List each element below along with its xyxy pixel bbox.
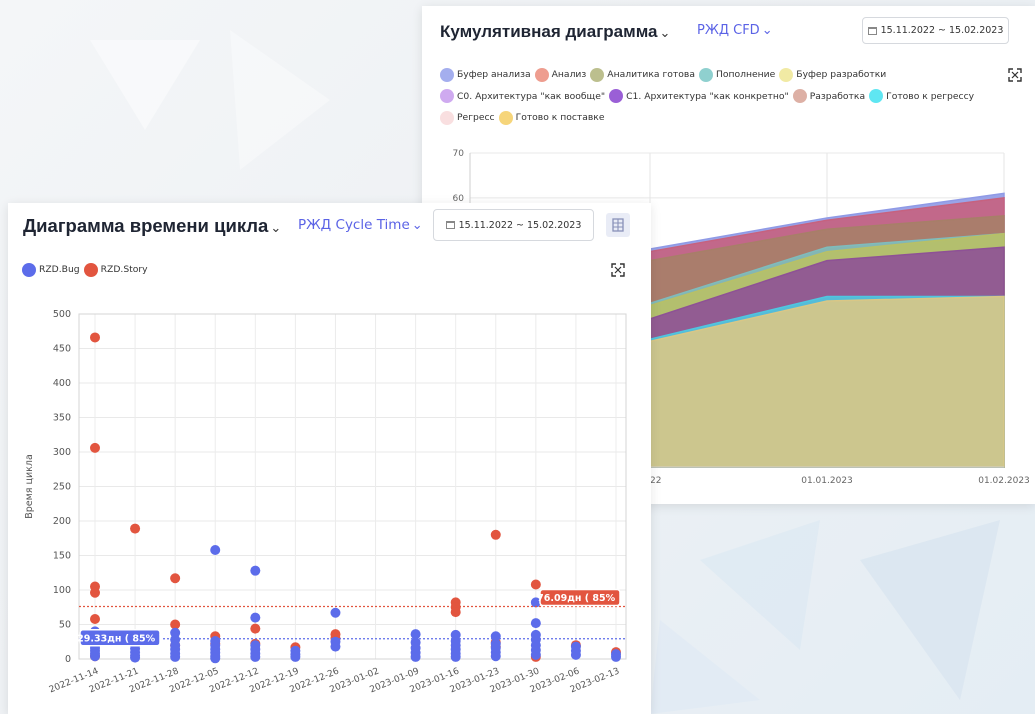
y-tick-label: 0: [65, 654, 71, 665]
bug-point: [570, 649, 581, 660]
y-tick-label: 70: [453, 149, 465, 159]
bug-point: [250, 651, 261, 662]
bug-point: [210, 653, 221, 664]
story-point: [530, 579, 541, 590]
x-tick-label: 01.01.2023: [801, 476, 853, 486]
cycle-time-card: Диаграмма времени цикла ⌄ РЖД Cycle Time ⌄…: [8, 203, 651, 714]
story-point: [130, 523, 141, 534]
story-point: [90, 587, 100, 598]
story-point: [90, 442, 100, 453]
y-tick-label: 450: [53, 344, 71, 355]
bug-point: [490, 651, 501, 662]
y-tick-label: 100: [53, 585, 71, 596]
cycle-time-chart: 0501001502002503003504004505002022-11-14…: [24, 309, 627, 695]
bug-point: [210, 544, 221, 555]
percentile-label: 29.33дн ( 85% ): [77, 633, 163, 644]
y-tick-label: 400: [53, 378, 71, 389]
y-tick-label: 200: [53, 516, 71, 527]
bug-point: [250, 612, 261, 623]
bug-point: [611, 651, 621, 662]
y-tick-label: 500: [53, 309, 71, 320]
story-point: [170, 573, 181, 584]
story-point: [90, 613, 100, 624]
y-tick-label: 250: [53, 482, 71, 493]
bug-point: [170, 651, 181, 662]
story-point: [90, 332, 100, 343]
percentile-label: 76.09дн ( 85% ): [537, 593, 623, 604]
bug-point: [290, 651, 301, 662]
bug-point: [250, 565, 261, 576]
bug-point: [410, 651, 421, 662]
bug-point: [530, 649, 541, 660]
bug-point: [330, 607, 341, 618]
y-tick-label: 150: [53, 551, 71, 562]
y-tick-label: 350: [53, 413, 71, 424]
story-point: [450, 607, 461, 618]
bug-point: [330, 641, 341, 652]
y-tick-label: 300: [53, 447, 71, 458]
bug-point: [90, 651, 100, 662]
y-axis-label: Время цикла: [24, 454, 35, 519]
x-tick-label: 01.02.2023: [978, 476, 1030, 486]
story-point: [490, 529, 501, 540]
y-tick-label: 50: [59, 620, 71, 631]
story-point: [250, 623, 261, 634]
bug-point: [530, 618, 541, 629]
bug-point: [450, 651, 461, 662]
bug-point: [130, 652, 141, 663]
